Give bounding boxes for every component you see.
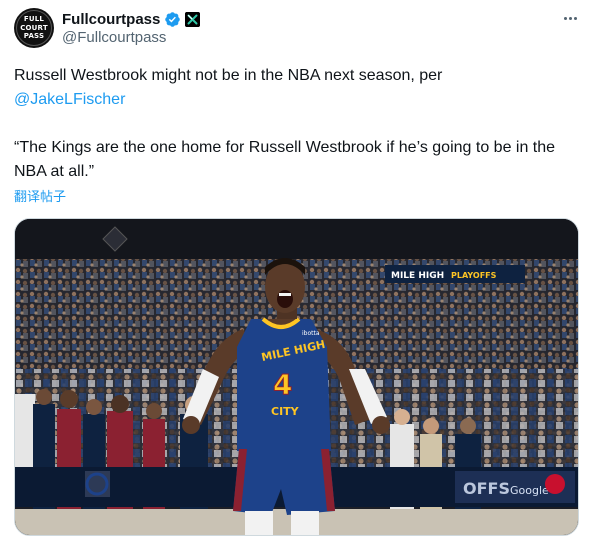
- tweet-card: FULL COURT PASS Fullcourtpass @Fullcourt…: [0, 0, 595, 537]
- banner-sub: PLAYOFFS: [451, 271, 497, 280]
- verified-badge-icon: [165, 11, 181, 27]
- x-affiliate-icon: [185, 11, 201, 27]
- jersey-bottom-text: CITY: [271, 405, 300, 418]
- avatar-line-1: FULL: [23, 15, 45, 23]
- jersey-brand: ibotta: [302, 330, 320, 337]
- photo-scene: MILE HIGH PLAYOFFS OFFS Google MILE HIGH…: [15, 219, 578, 535]
- jersey-number: 4: [273, 368, 292, 401]
- mention-link[interactable]: @JakeLFischer: [14, 91, 125, 108]
- board-right-text: OFFS: [463, 479, 510, 498]
- tweet-text: Russell Westbrook might not be in the NB…: [14, 64, 584, 184]
- tweet-quote: “The Kings are the one home for Russell …: [14, 139, 556, 180]
- more-options-icon[interactable]: [559, 10, 581, 26]
- tweet-line-1: Russell Westbrook might not be in the NB…: [14, 67, 443, 84]
- avatar[interactable]: FULL COURT PASS: [14, 8, 54, 48]
- author-name-row: Fullcourtpass: [62, 9, 201, 29]
- avatar-line-3: PASS: [23, 32, 45, 40]
- board-brand-text: Google: [510, 484, 549, 497]
- avatar-line-2: COURT: [20, 23, 48, 32]
- translate-post-link[interactable]: 翻译帖子: [14, 186, 66, 205]
- display-name[interactable]: Fullcourtpass: [62, 11, 160, 28]
- banner-text: MILE HIGH: [391, 271, 444, 281]
- author-handle[interactable]: @Fullcourtpass: [62, 29, 166, 46]
- avatar-logo-text: FULL COURT PASS: [14, 15, 54, 41]
- tweet-photo[interactable]: MILE HIGH PLAYOFFS OFFS Google MILE HIGH…: [14, 218, 579, 536]
